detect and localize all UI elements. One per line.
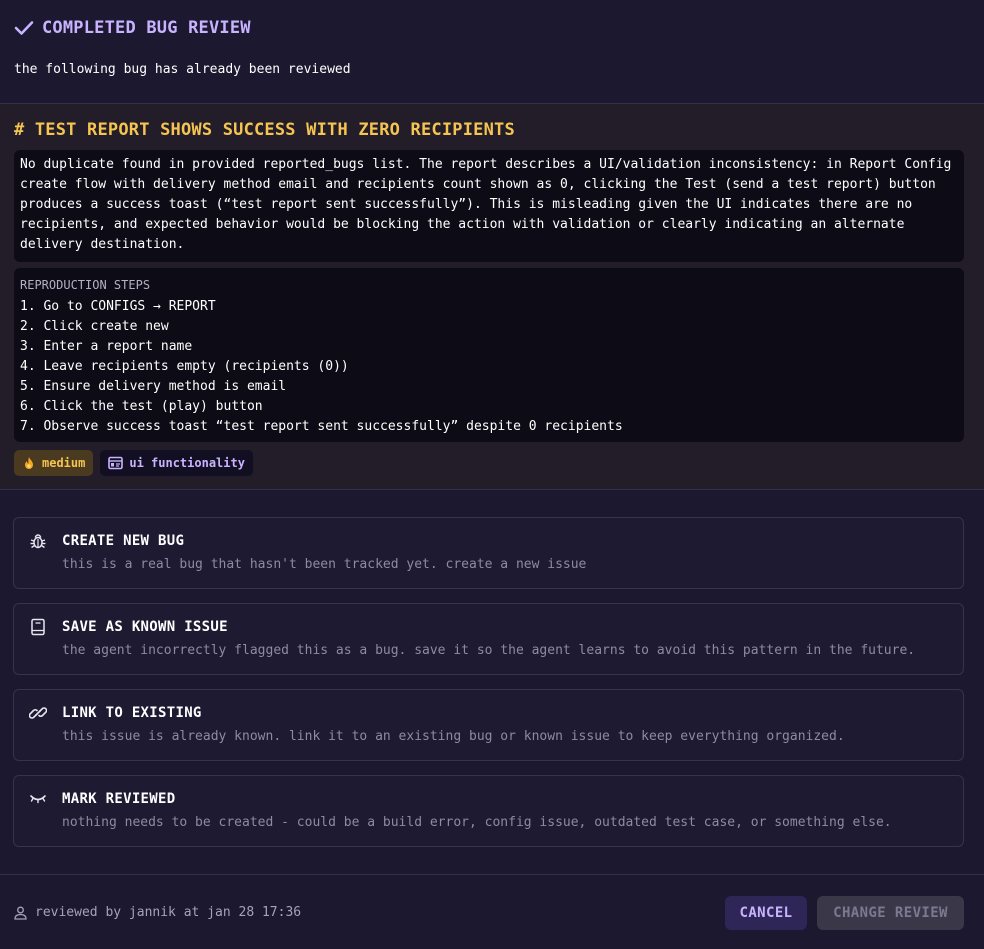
user-icon <box>14 906 27 920</box>
page-title: COMPLETED BUG REVIEW <box>42 18 251 38</box>
link-to-existing-option[interactable]: LINK TO EXISTING this issue is already k… <box>13 689 964 761</box>
fire-icon <box>25 457 33 469</box>
option-row: SAVE AS KNOWN ISSUE <box>28 617 949 637</box>
step-item: 5. Ensure delivery method is email <box>20 379 287 394</box>
closed-eye-icon <box>28 789 48 809</box>
mark-reviewed-option[interactable]: MARK REVIEWED nothing needs to be create… <box>13 775 964 847</box>
option-description: nothing needs to be created - could be a… <box>62 815 892 830</box>
reviewed-by-text: reviewed by jannik at jan 28 17:36 <box>35 905 302 920</box>
review-header: COMPLETED BUG REVIEW the following bug h… <box>0 0 984 104</box>
step-item: 1. Go to CONFIGS → REPORT <box>20 299 216 314</box>
severity-label: medium <box>42 456 86 470</box>
review-options: CREATE NEW BUG this is a real bug that h… <box>13 517 964 861</box>
header-subtitle: the following bug has already been revie… <box>14 62 351 77</box>
severity-badge: medium <box>14 450 94 476</box>
bug-icon <box>28 531 48 551</box>
step-item: 2. Click create new <box>20 319 169 334</box>
bug-description: No duplicate found in provided reported_… <box>14 150 964 262</box>
book-icon <box>28 617 48 637</box>
option-description: this issue is already known. link it to … <box>62 729 845 744</box>
category-badge: ui functionality <box>100 450 253 476</box>
step-item: 6. Click the test (play) button <box>20 399 263 414</box>
category-label: ui functionality <box>129 456 245 470</box>
save-as-known-issue-option[interactable]: SAVE AS KNOWN ISSUE the agent incorrectl… <box>13 603 964 675</box>
steps-heading: REPRODUCTION STEPS <box>20 278 151 292</box>
option-row: CREATE NEW BUG <box>28 531 949 551</box>
step-item: 7. Observe success toast “test report se… <box>20 419 623 434</box>
step-item: 4. Leave recipients empty (recipients (0… <box>20 359 349 374</box>
steps-list: 1. Go to CONFIGS → REPORT 2. Click creat… <box>20 297 958 437</box>
bug-tags: medium ui functionality <box>14 450 970 476</box>
step-item: 3. Enter a report name <box>20 339 193 354</box>
create-new-bug-option[interactable]: CREATE NEW BUG this is a real bug that h… <box>13 517 964 589</box>
option-title: MARK REVIEWED <box>62 791 176 807</box>
bug-details: # TEST REPORT SHOWS SUCCESS WITH ZERO RE… <box>0 104 984 490</box>
cancel-button[interactable]: CANCEL <box>725 896 807 930</box>
option-row: MARK REVIEWED <box>28 789 949 809</box>
option-description: this is a real bug that hasn't been trac… <box>62 557 587 572</box>
reviewed-by: reviewed by jannik at jan 28 17:36 <box>14 905 301 920</box>
bug-title: # TEST REPORT SHOWS SUCCESS WITH ZERO RE… <box>14 120 515 140</box>
option-description: the agent incorrectly flagged this as a … <box>62 643 916 658</box>
header-title-row: COMPLETED BUG REVIEW <box>14 18 970 38</box>
option-title: CREATE NEW BUG <box>62 533 185 549</box>
reproduction-steps: REPRODUCTION STEPS 1. Go to CONFIGS → RE… <box>14 268 964 442</box>
change-review-button[interactable]: CHANGE REVIEW <box>817 896 964 930</box>
option-title: SAVE AS KNOWN ISSUE <box>62 619 228 635</box>
link-icon <box>28 703 48 723</box>
check-icon <box>14 21 34 35</box>
option-title: LINK TO EXISTING <box>62 705 202 721</box>
option-row: LINK TO EXISTING <box>28 703 949 723</box>
window-icon <box>108 456 124 470</box>
review-footer: reviewed by jannik at jan 28 17:36 CANCE… <box>0 874 984 949</box>
